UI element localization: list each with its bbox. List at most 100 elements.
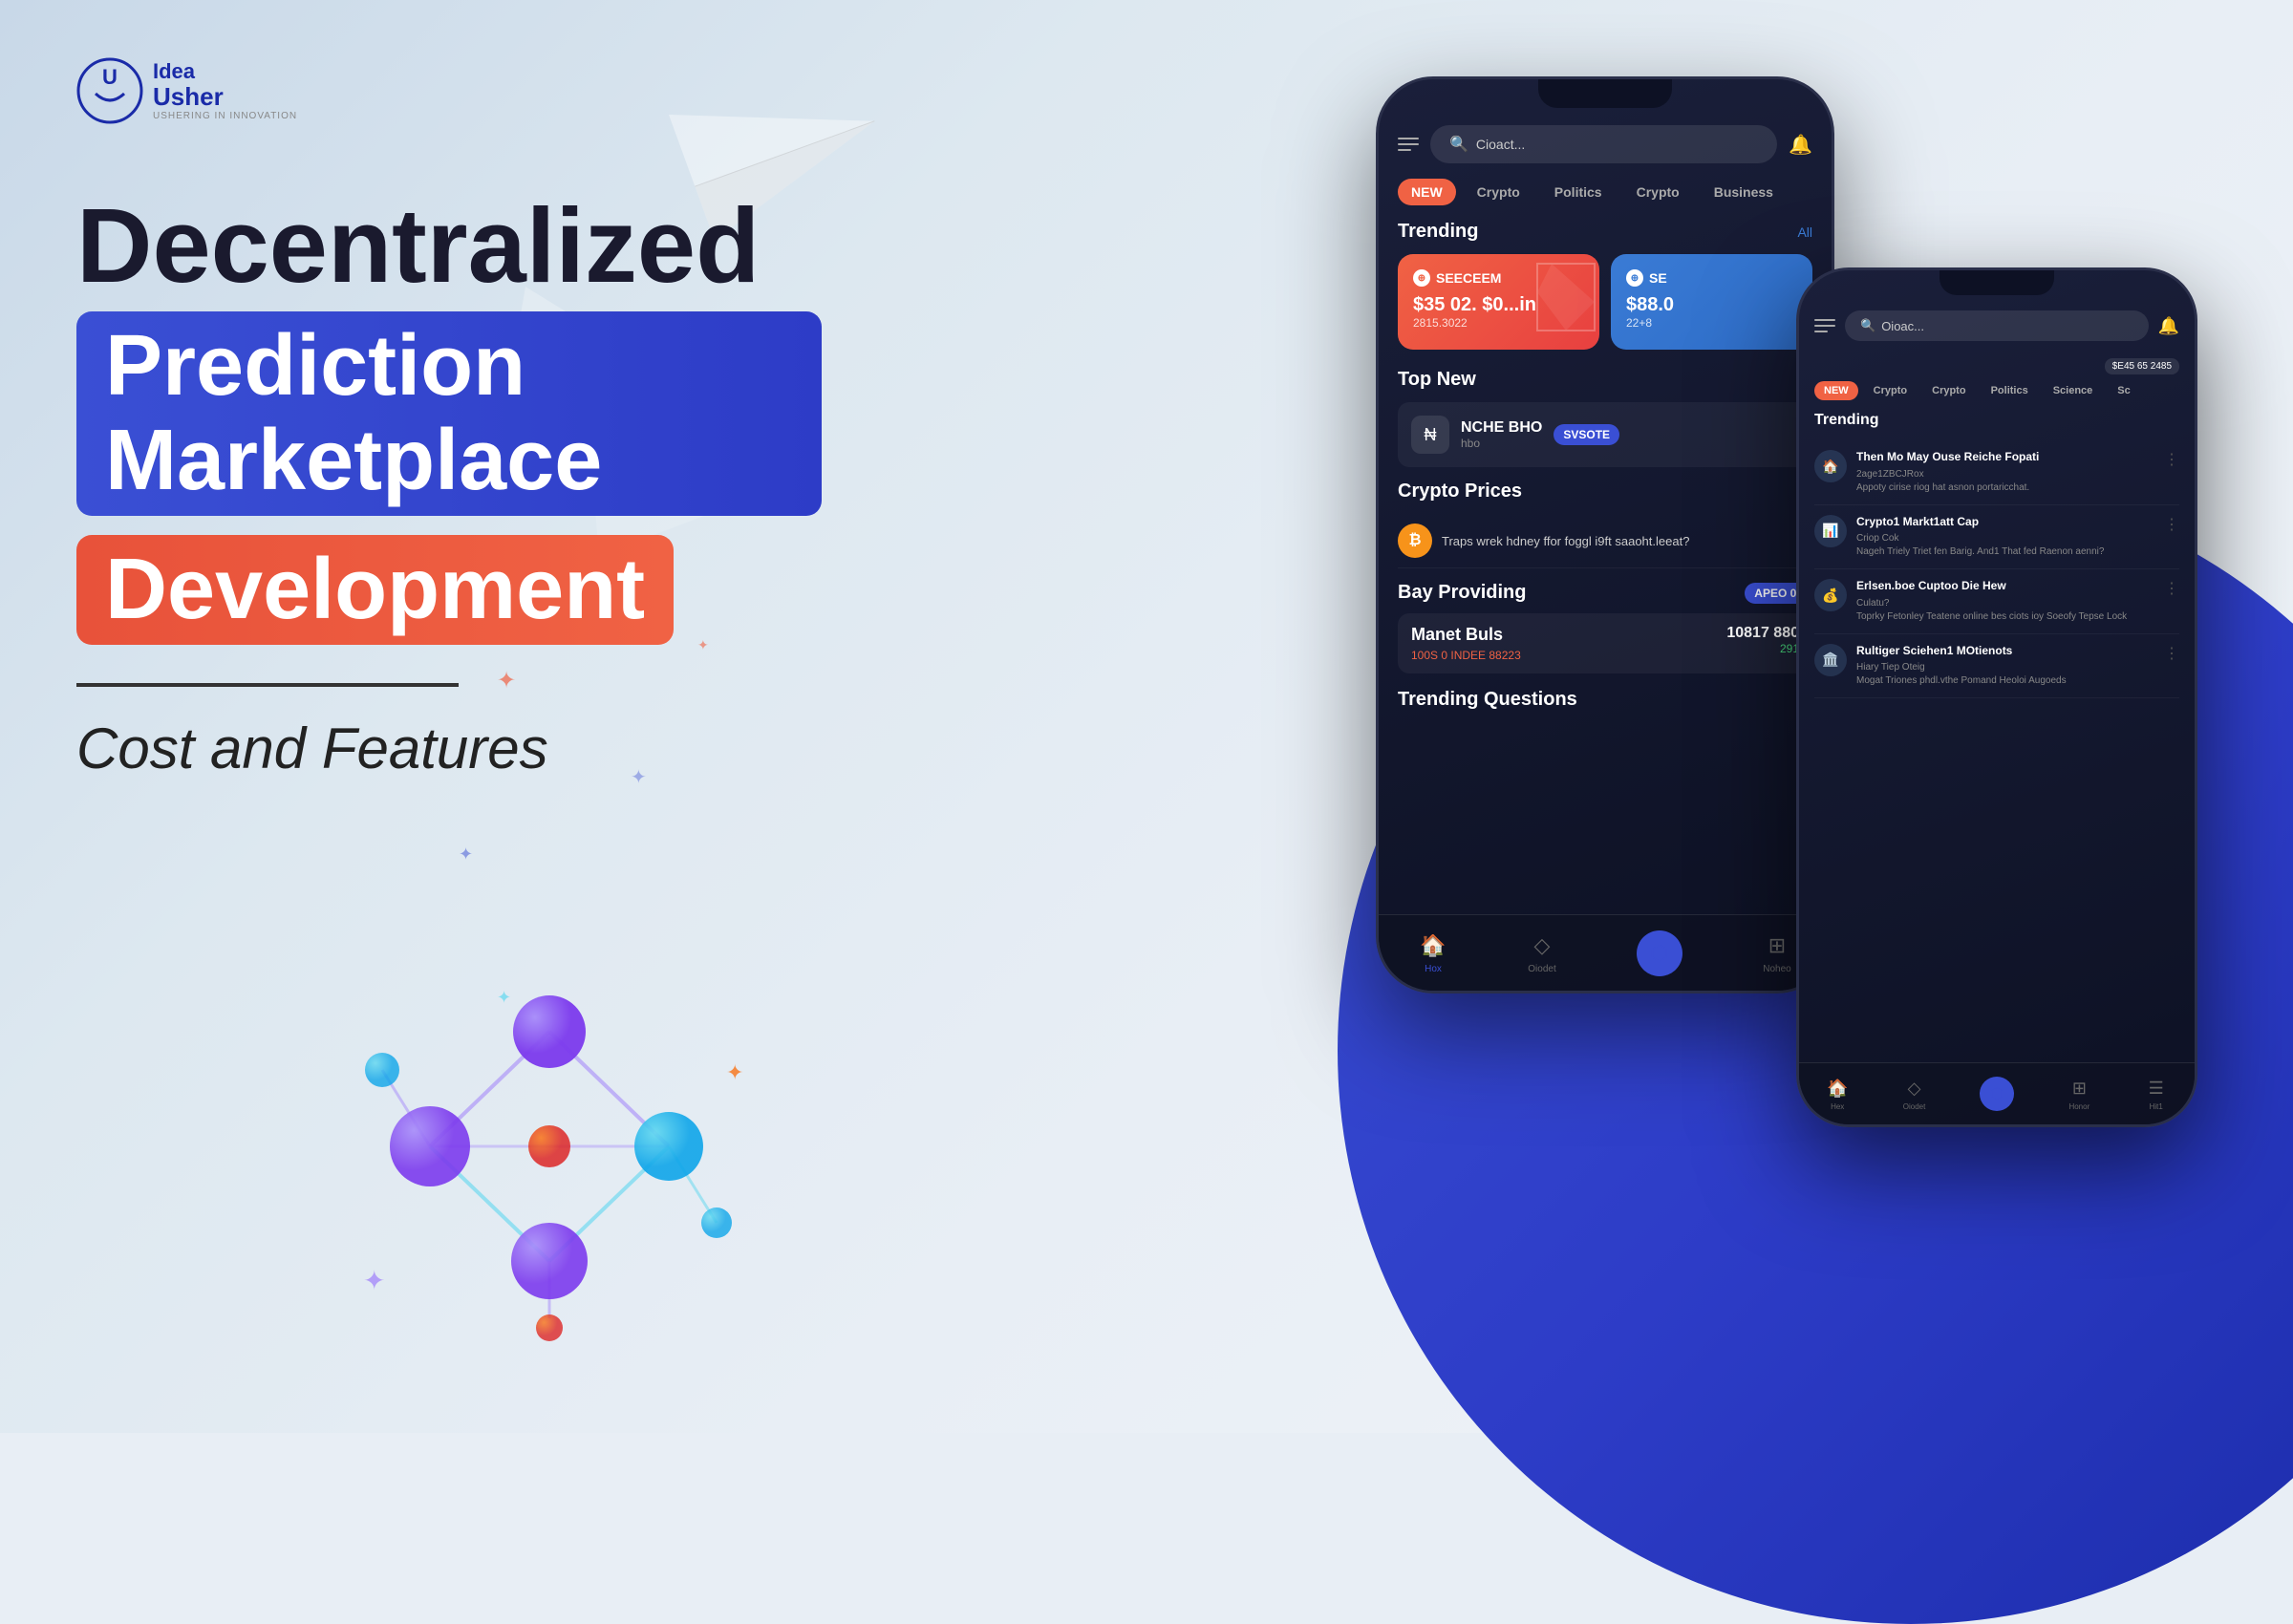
tl-sub-1: 2age1ZBCJRox (1856, 468, 2154, 481)
logo-idea: Idea (153, 60, 297, 83)
topnew-badge: SVSOTE (1554, 424, 1619, 445)
front-cat-crypto1[interactable]: Crypto (1864, 381, 1917, 400)
front-nav-home-label: Hex (1831, 1102, 1844, 1111)
front-nav-center[interactable]: ⬡ (1980, 1077, 2014, 1111)
svg-text:✦: ✦ (497, 988, 511, 1007)
trending-list-item-4[interactable]: 🏛️ Rultiger Sciehen1 MOtienots Hiary Tie… (1814, 634, 2179, 699)
tl-avatar-4: 🏛️ (1814, 644, 1847, 676)
svg-text:✦: ✦ (726, 1060, 743, 1084)
trending-list-item-3[interactable]: 💰 Erlsen.boe Cuptoo Die Hew Culatu? Topr… (1814, 569, 2179, 634)
headline-line1: Decentralized (76, 191, 822, 302)
crypto-item-1[interactable]: ₿ Traps wrek hdney ffor foggl i9ft saaoh… (1398, 514, 1812, 568)
nav-portfolio[interactable]: ⊞ Noheo (1763, 931, 1791, 974)
nav-portfolio-label: Noheo (1763, 964, 1790, 974)
tl-desc-2: Nageh Triely Triet fen Barig. And1 That … (1856, 545, 2154, 559)
front-nav-home[interactable]: 🏠 Hex (1826, 1078, 1849, 1111)
molecule-decoration: ✦ ✦ ✦ (334, 955, 764, 1357)
cat-new[interactable]: NEW (1398, 179, 1456, 205)
phone-front-search[interactable]: 🔍 Oioac... (1845, 310, 2149, 341)
cat-crypto1[interactable]: Crypto (1464, 179, 1533, 205)
search-icon: 🔍 (1449, 135, 1468, 154)
topnew-item-sub: hbo (1461, 437, 1542, 450)
nav-home-label: Hox (1425, 964, 1442, 974)
trending-questions-title: Trending Questions (1398, 689, 1812, 711)
headline-line3: Development (76, 535, 674, 645)
phone-front-hamburger[interactable] (1814, 319, 1835, 332)
crypto-prices-header: Crypto Prices A (1398, 481, 1812, 502)
headline-subtitle: Cost and Features (76, 716, 822, 781)
front-bell-icon[interactable]: 🔔 (2158, 316, 2179, 336)
logo-usher: Usher (153, 83, 297, 111)
phone-back-categories: NEW Crypto Politics Crypto Business (1398, 179, 1812, 205)
crypto-name: Traps wrek hdney ffor foggl i9ft saaoht.… (1442, 534, 1812, 548)
phone-front-screen: 🔍 Oioac... 🔔 $E45 65 2485 NEW Crypto Cry… (1799, 295, 2195, 1124)
cat-politics[interactable]: Politics (1541, 179, 1616, 205)
tl-more-4[interactable]: ⋮ (2164, 644, 2179, 663)
tl-title-4: Rultiger Sciehen1 MOtienots (1856, 644, 2154, 659)
nav-market[interactable]: ◇ Oiodet (1528, 931, 1556, 974)
topnew-title: Top New (1398, 369, 1476, 391)
phone-back-search[interactable]: 🔍 Cioact... (1430, 125, 1777, 163)
bay-item-name: Manet Buls (1411, 625, 1521, 645)
trending-list-item-1[interactable]: 🏠 Then Mo May Ouse Reiche Fopati 2age1ZB… (1814, 440, 2179, 505)
tl-title-2: Crypto1 Markt1att Cap (1856, 515, 2154, 530)
nav-home[interactable]: 🏠 Hox (1419, 931, 1447, 974)
bay-item-change: 291 (1726, 642, 1799, 655)
phones-container: 🔍 Cioact... 🔔 NEW Crypto Politics Crypto… (1376, 76, 2197, 1366)
tl-more-3[interactable]: ⋮ (2164, 579, 2179, 598)
nav-center[interactable]: ⬡ (1637, 930, 1682, 976)
cat-crypto2[interactable]: Crypto (1623, 179, 1693, 205)
card2-label: ⊕ SE (1626, 269, 1797, 287)
front-cat-sc[interactable]: Sc (2108, 381, 2139, 400)
tl-sub-2: Criop Cok (1856, 532, 2154, 545)
logo: U Idea Usher USHERING IN INNOVATION (76, 57, 297, 124)
tl-avatar-2: 📊 (1814, 515, 1847, 547)
bay-item-sub: 100S 0 INDEE 88223 (1411, 649, 1521, 662)
front-nav-market[interactable]: ◇ Oiodet (1903, 1078, 1926, 1111)
trending-list-item-2[interactable]: 📊 Crypto1 Markt1att Cap Criop Cok Nageh … (1814, 505, 2179, 570)
nav-market-label: Oiodet (1528, 964, 1555, 974)
bay-title: Bay Providing (1398, 582, 1526, 604)
logo-icon: U (76, 57, 143, 124)
front-nav-hit[interactable]: ☰ Hit1 (2145, 1078, 2168, 1111)
front-search-placeholder: Oioac... (1881, 319, 1924, 333)
tl-more-2[interactable]: ⋮ (2164, 515, 2179, 534)
trending-card-1[interactable]: ⊕ SEECEEM $35 02. $0...in 2815.3022 (1398, 254, 1599, 350)
hamburger-menu[interactable] (1398, 138, 1419, 151)
phone-front-bottom-nav: 🏠 Hex ◇ Oiodet ⬡ ⊞ Honor ☰ Hit1 (1799, 1062, 2195, 1124)
front-cat-new[interactable]: NEW (1814, 381, 1858, 400)
tl-more-1[interactable]: ⋮ (2164, 450, 2179, 469)
topnew-item-1[interactable]: ₦ NCHE BHO hbo SVSOTE (1398, 402, 1812, 467)
topnew-item-name: NCHE BHO (1461, 419, 1542, 437)
front-nav-honor[interactable]: ⊞ Honor (2068, 1078, 2090, 1111)
bell-icon[interactable]: 🔔 (1789, 133, 1812, 157)
front-honor-icon: ⊞ (2068, 1078, 2090, 1100)
trending-card-2[interactable]: ⊕ SE $88.0 22+8 (1611, 254, 1812, 350)
tl-content-2: Crypto1 Markt1att Cap Criop Cok Nageh Tr… (1856, 515, 2154, 560)
phone-back: 🔍 Cioact... 🔔 NEW Crypto Politics Crypto… (1376, 76, 1834, 994)
front-market-icon: ◇ (1903, 1078, 1926, 1100)
front-nav-honor-label: Honor (2068, 1102, 2089, 1111)
card2-sub: 22+8 (1626, 316, 1797, 330)
bay-item-amount: 10817 880 (1726, 625, 1799, 642)
trending-cards: ⊕ SEECEEM $35 02. $0...in 2815.3022 ⊕ (1398, 254, 1812, 350)
home-icon: 🏠 (1419, 931, 1447, 960)
front-hit-icon: ☰ (2145, 1078, 2168, 1100)
tl-avatar-1: 🏠 (1814, 450, 1847, 482)
bay-item-1[interactable]: Manet Buls 100S 0 INDEE 88223 10817 880 … (1398, 613, 1812, 673)
front-cat-science[interactable]: Science (2044, 381, 2103, 400)
front-cat-crypto2[interactable]: Crypto (1922, 381, 1975, 400)
headline-line2: Prediction Marketplace (76, 311, 822, 516)
trending-questions-section: Trending Questions (1398, 689, 1812, 711)
front-nav-hit-label: Hit1 (2150, 1102, 2163, 1111)
trending-all-link[interactable]: All (1797, 224, 1812, 240)
front-cat-politics[interactable]: Politics (1982, 381, 2038, 400)
front-trending-header: Trending (1814, 412, 2179, 429)
tl-title-3: Erlsen.boe Cuptoo Die Hew (1856, 579, 2154, 594)
phone-front-topbar: 🔍 Oioac... 🔔 (1814, 303, 2179, 349)
cat-business[interactable]: Business (1701, 179, 1787, 205)
phone-front: 🔍 Oioac... 🔔 $E45 65 2485 NEW Crypto Cry… (1796, 267, 2197, 1127)
front-center-icon: ⬡ (1980, 1077, 2014, 1111)
front-search-icon: 🔍 (1860, 318, 1875, 333)
front-amount-badge: $E45 65 2485 (1814, 356, 2179, 374)
